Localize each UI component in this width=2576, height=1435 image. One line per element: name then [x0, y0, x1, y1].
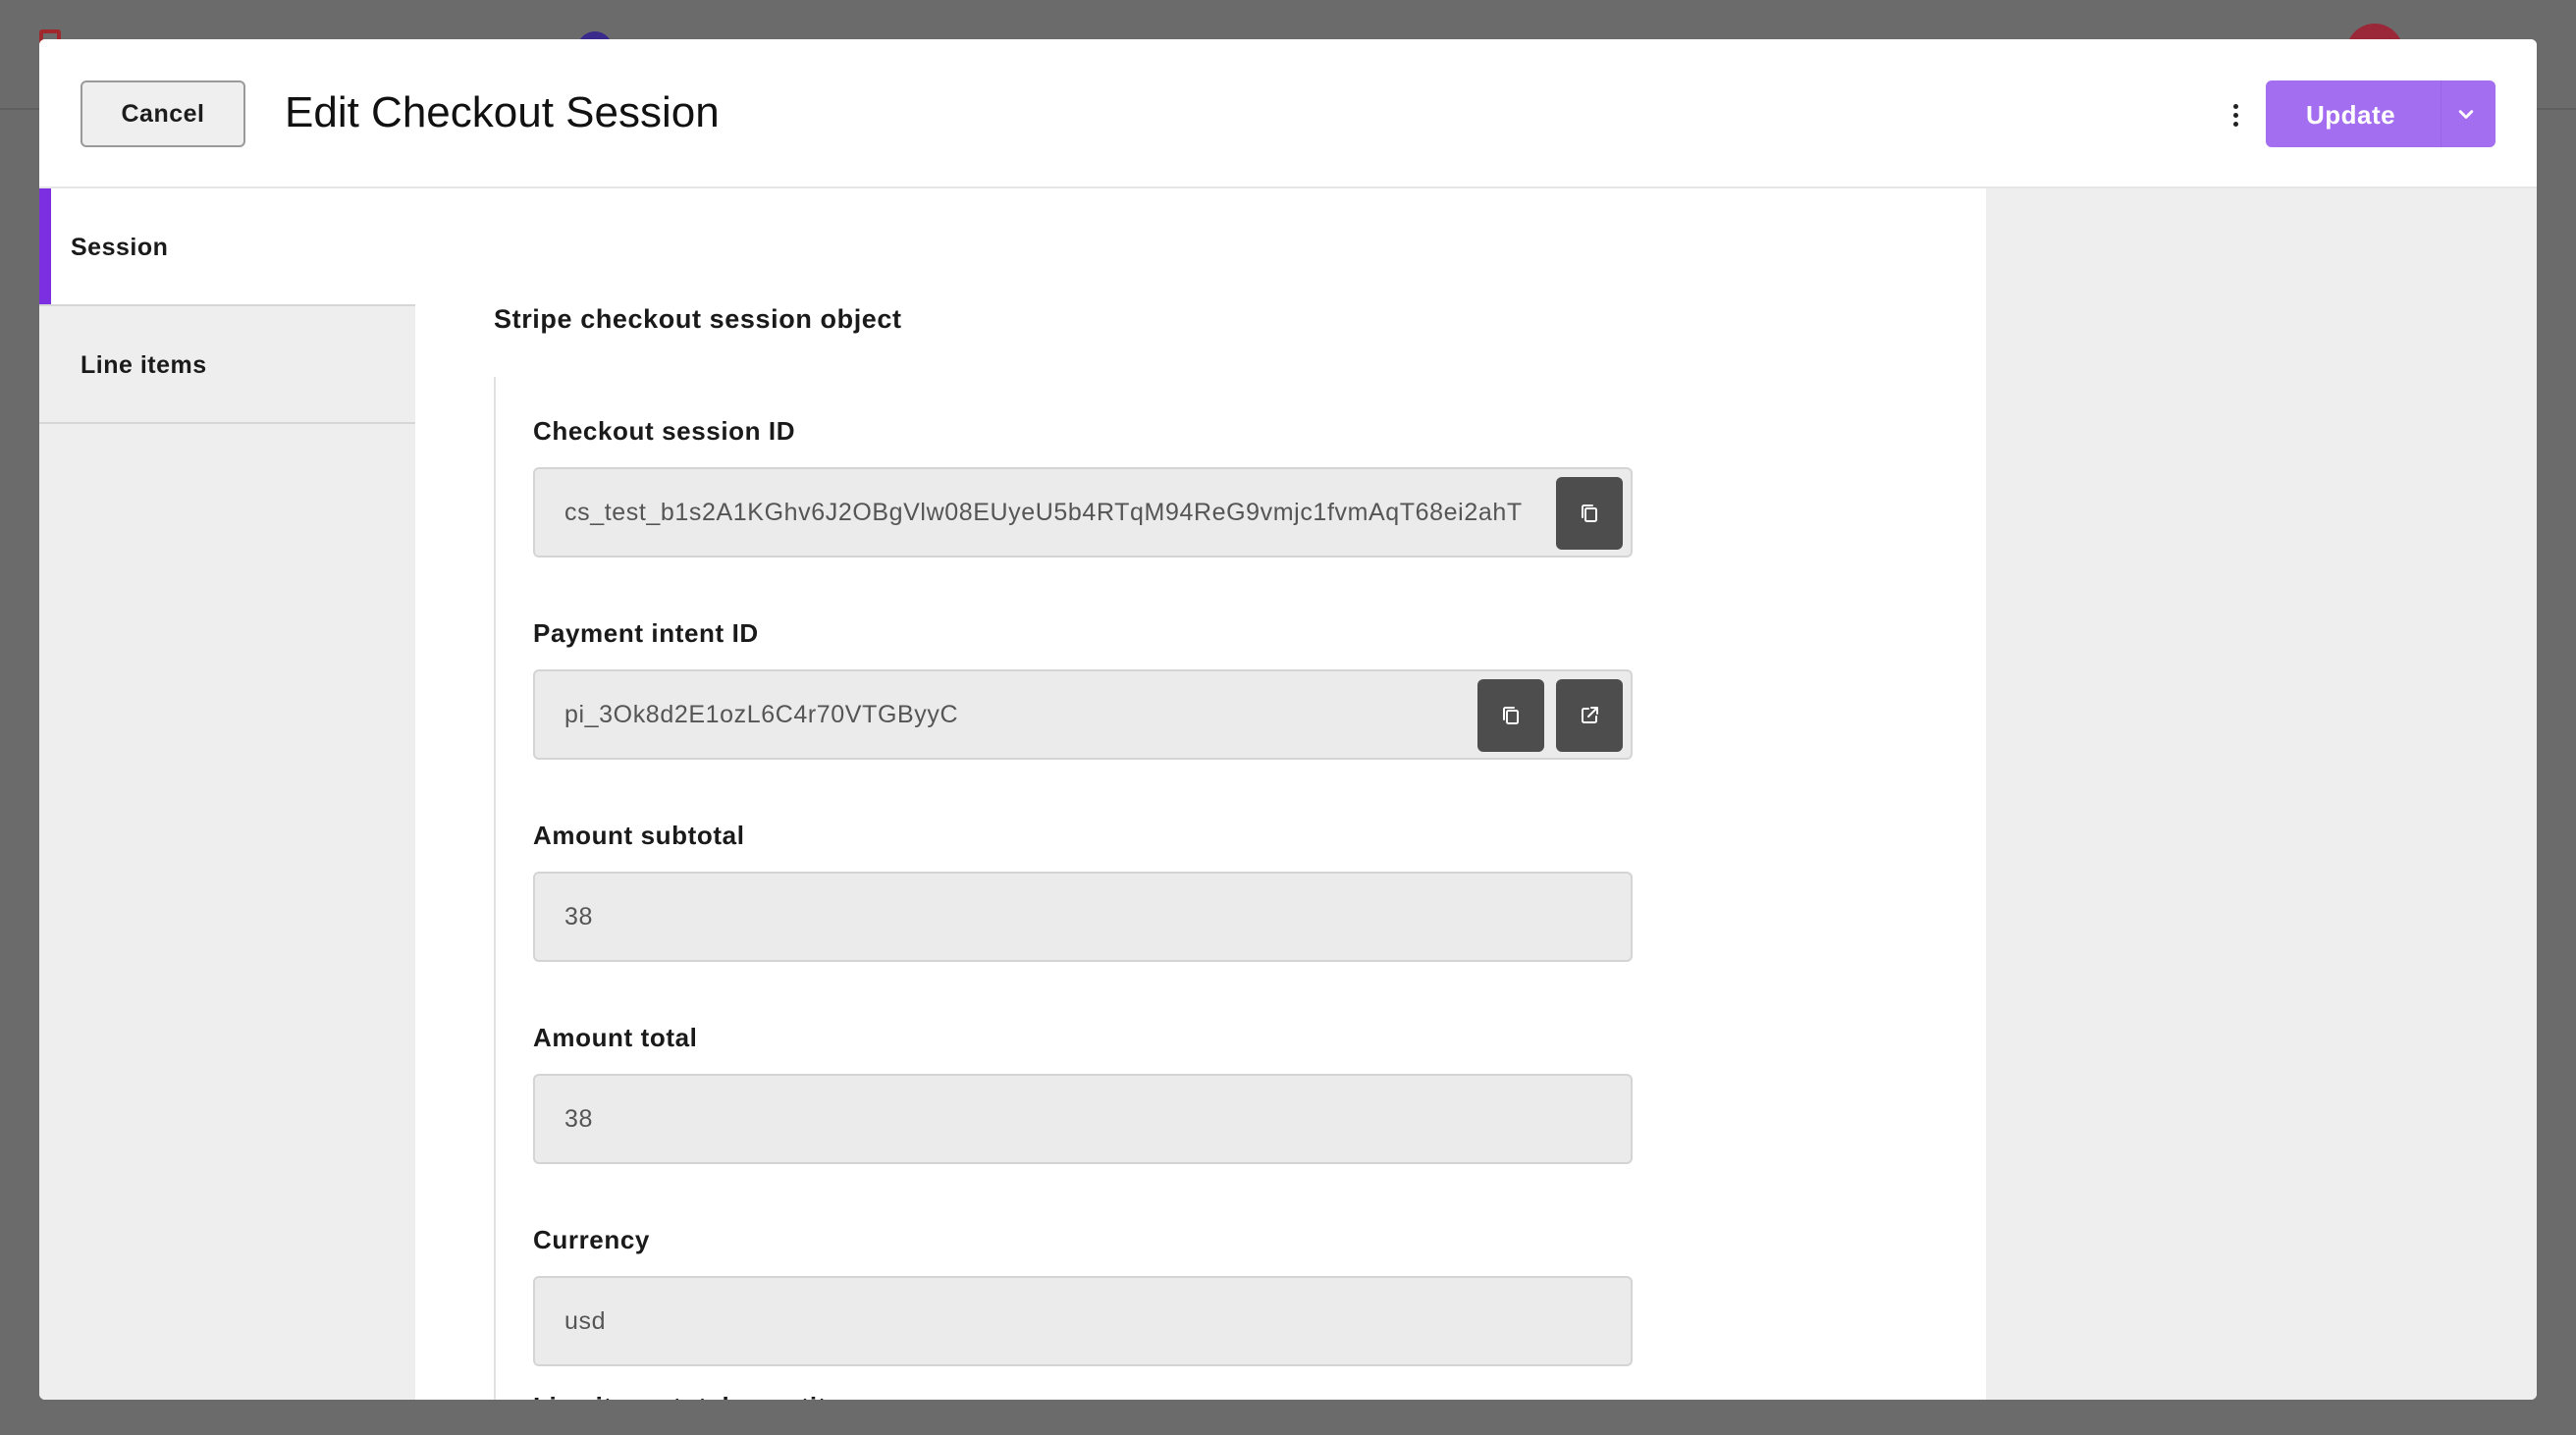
checkout-session-id-input[interactable]: cs_test_b1s2A1KGhv6J2OBgVlw08EUyeU5b4RTq… — [533, 467, 1633, 558]
field-value: 38 — [564, 1105, 594, 1133]
line-items-total-quantity-label: Line items total quantity — [533, 1392, 841, 1400]
copy-icon — [1582, 505, 1597, 522]
copy-icon — [1503, 707, 1519, 724]
amount-subtotal-field: Amount subtotal 38 — [533, 821, 1633, 962]
field-label: Amount subtotal — [533, 821, 745, 850]
checkout-session-id-field: Checkout session ID cs_test_b1s2A1KGhv6J… — [533, 416, 1633, 558]
tab-line-items-label: Line items — [80, 351, 207, 379]
amount-subtotal-input[interactable]: 38 — [533, 872, 1633, 962]
update-button-divider — [2441, 80, 2442, 147]
copy-payment-intent-button[interactable] — [1477, 679, 1544, 752]
tab-session[interactable]: Session — [39, 188, 415, 306]
field-value: 38 — [564, 903, 594, 930]
payment-intent-id-input[interactable]: pi_3Ok8d2E1ozL6C4r70VTGByyC — [533, 669, 1633, 760]
tab-session-label: Session — [71, 234, 169, 261]
main-content: Stripe checkout session object Checkout … — [415, 188, 1986, 1400]
field-label: Currency — [533, 1225, 650, 1254]
field-label: Amount total — [533, 1023, 698, 1052]
payment-intent-id-field: Payment intent ID pi_3Ok8d2E1ozL6C4r70VT… — [533, 618, 1633, 760]
currency-field: Currency usd — [533, 1225, 1633, 1366]
section-divider-line — [494, 377, 496, 1400]
cancel-button[interactable]: Cancel — [80, 80, 245, 147]
open-payment-intent-button[interactable] — [1556, 679, 1623, 752]
right-side-panel — [1986, 188, 2537, 1400]
chevron-down-icon[interactable] — [2452, 100, 2480, 128]
field-value: pi_3Ok8d2E1ozL6C4r70VTGByyC — [564, 701, 959, 728]
currency-input[interactable]: usd — [533, 1276, 1633, 1366]
field-label: Payment intent ID — [533, 618, 759, 648]
field-value: usd — [564, 1307, 607, 1335]
sidebar: Session Line items — [39, 188, 415, 1400]
amount-total-field: Amount total 38 — [533, 1023, 1633, 1164]
external-link-icon — [1582, 707, 1598, 723]
active-tab-indicator — [39, 188, 51, 304]
section-title: Stripe checkout session object — [494, 304, 902, 334]
page-title: Edit Checkout Session — [285, 88, 720, 136]
more-vertical-icon[interactable] — [2221, 100, 2250, 130]
field-value: cs_test_b1s2A1KGhv6J2OBgVlw08EUyeU5b4RTq… — [564, 499, 1523, 526]
update-button-label: Update — [2306, 100, 2396, 130]
modal-header: Cancel Edit Checkout Session Update — [39, 39, 2537, 188]
amount-total-input[interactable]: 38 — [533, 1074, 1633, 1164]
update-button[interactable]: Update — [2266, 80, 2496, 147]
copy-session-id-button[interactable] — [1556, 477, 1623, 550]
field-label: Checkout session ID — [533, 416, 796, 446]
tab-line-items[interactable]: Line items — [39, 306, 415, 424]
edit-checkout-session-modal: Cancel Edit Checkout Session Update Sess… — [39, 39, 2537, 1400]
